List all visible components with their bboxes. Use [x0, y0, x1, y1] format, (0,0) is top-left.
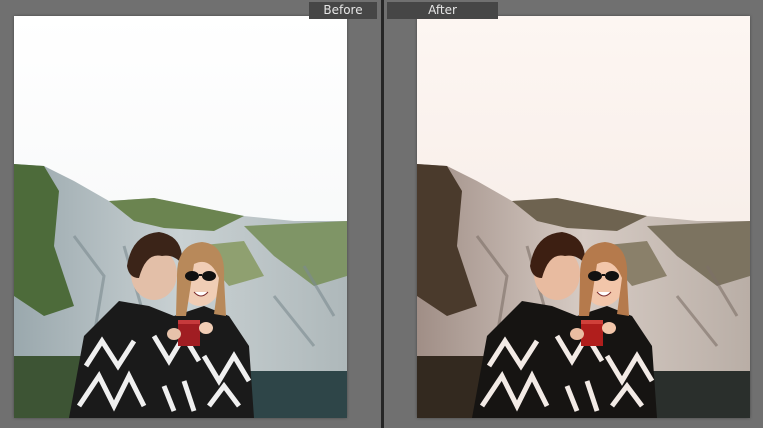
before-photo-image	[14, 16, 347, 418]
before-pane: Before	[0, 0, 381, 428]
before-label: Before	[309, 2, 377, 19]
after-photo[interactable]	[417, 16, 750, 418]
after-label: After	[387, 2, 498, 19]
after-pane: After	[384, 0, 763, 428]
before-after-compare-view: Before After	[0, 0, 763, 428]
before-photo[interactable]	[14, 16, 347, 418]
after-photo-image	[417, 16, 750, 418]
